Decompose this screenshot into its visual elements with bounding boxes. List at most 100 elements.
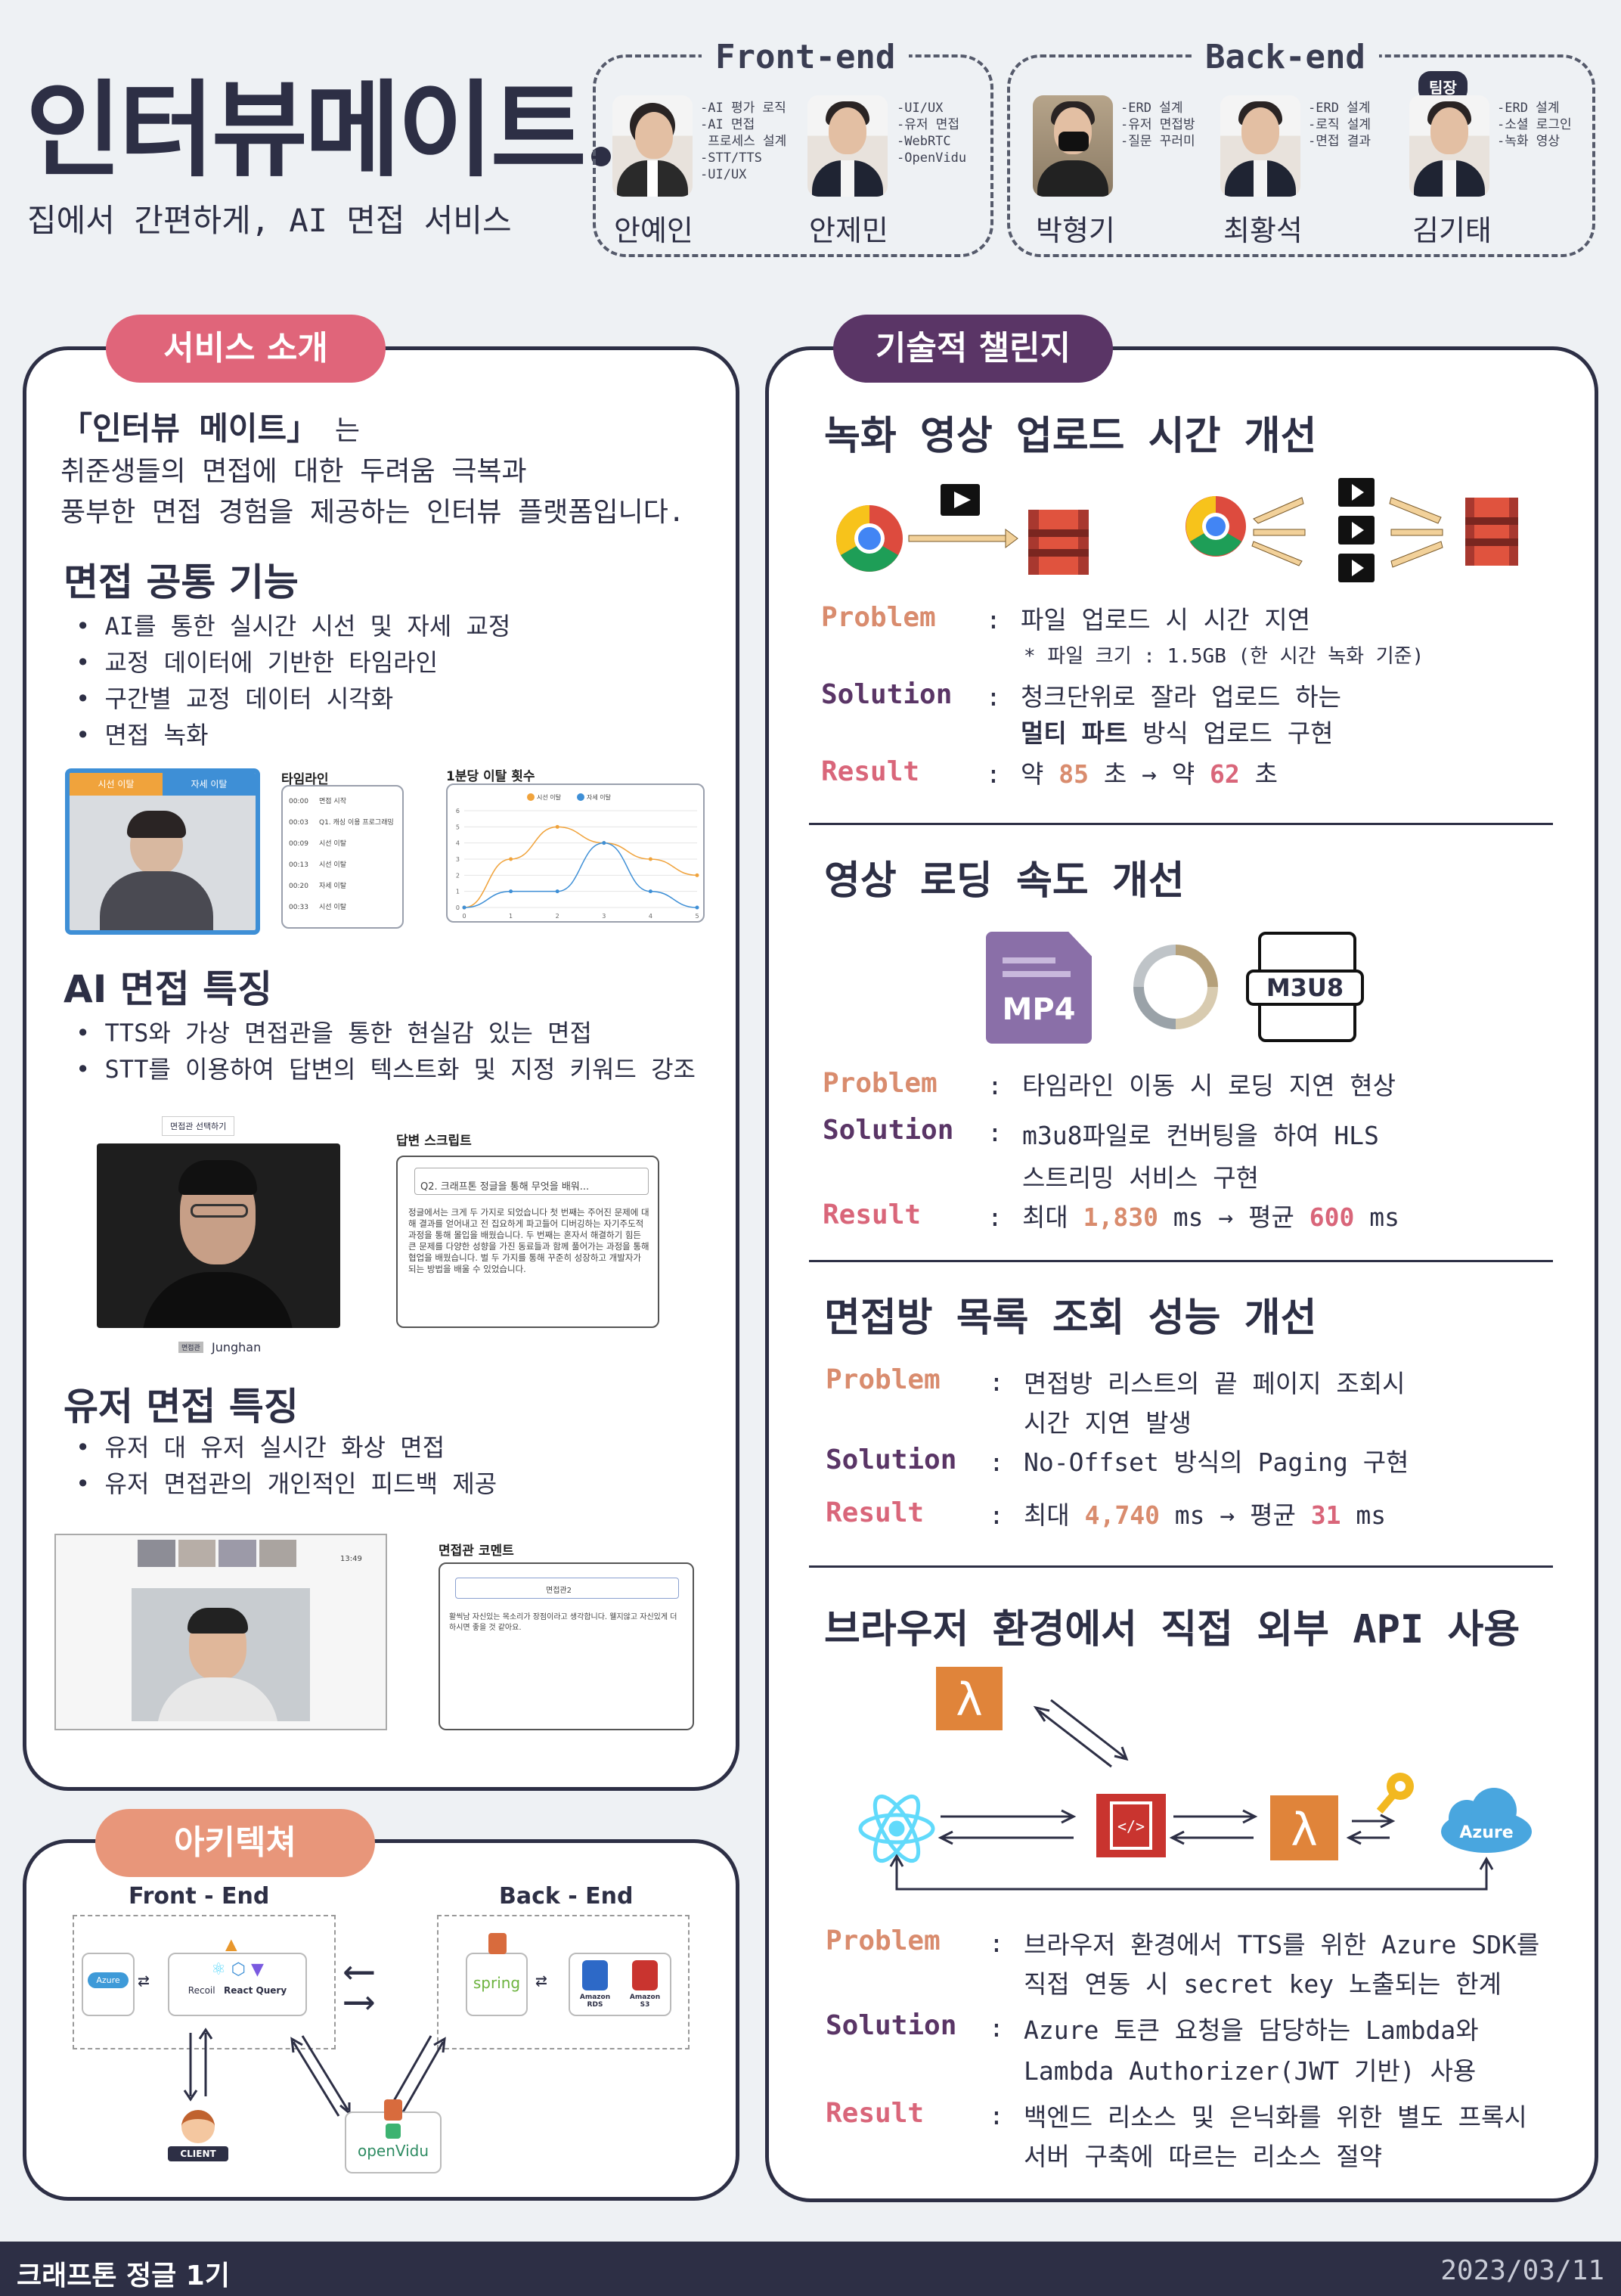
timeline-label: 면접 시작 <box>319 798 346 805</box>
s1-problem: 파일 업로드 시 시간 지연 <box>1021 605 1311 635</box>
comment-body: 활씩남 자신있는 목소리가 장점이라고 생각합니다. 웰지않고 자신있게 더 하… <box>449 1613 677 1632</box>
tab-pose[interactable]: 자세 이탈 <box>163 773 256 796</box>
y-tick-label: 4 <box>456 840 460 847</box>
frontend-team-box: Front-end -AI 평가 로직 -AI 면접 프로세스 설계 -STT/… <box>593 38 993 257</box>
timeline-time: 00:09 <box>289 840 308 848</box>
key-icon <box>1376 1773 1414 1814</box>
s1-solution-rest: 방식 업로드 구현 <box>1127 718 1334 748</box>
feature-item: AI를 통한 실시간 시선 및 자세 교정 <box>76 608 511 644</box>
member-photo <box>1033 95 1113 197</box>
swap-arrow-icon: ⇄ <box>535 1969 547 1992</box>
spring-icon: spring <box>466 1953 528 2016</box>
data-point <box>555 824 559 829</box>
openvidu-icon: openVidu <box>345 2111 442 2173</box>
aws-storage-box: Amazon RDS Amazon S3 <box>569 1953 671 2016</box>
lambda-icon: λ <box>1270 1795 1338 1860</box>
x-tick-label: 3 <box>602 913 606 920</box>
feature-item: 교정 데이터에 기반한 타임라인 <box>76 644 510 681</box>
api-flow-diagram: λ </> λ Azure <box>858 1667 1532 1891</box>
page-subtitle: 집에서 간편하게, AI 면접 서비스 <box>27 202 512 239</box>
timeline-label: 자세 이탈 <box>319 883 346 890</box>
colon: : <box>989 2101 1004 2130</box>
s3-problem: 면접방 리스트의 끝 페이지 조회시 시간 지연 발생 <box>1024 1364 1406 1443</box>
feature-item: TTS와 가상 면접관을 통한 현실감 있는 면접 <box>76 1015 696 1051</box>
backend-team-box: Back-end -ERD 설계 -유저 면접방 -질문 꾸러미 박형기 -ER… <box>1007 38 1595 257</box>
section-divider <box>809 1260 1553 1262</box>
tab-gaze[interactable]: 시선 이탈 <box>70 773 163 796</box>
timeline-time: 00:33 <box>289 904 308 911</box>
s1-problem-label: Problem <box>821 602 936 633</box>
y-tick-label: 5 <box>456 824 460 830</box>
data-point <box>509 857 513 861</box>
svg-text:Azure: Azure <box>1459 1823 1513 1842</box>
s1-solution-line: 청크단위로 잘라 업로드 하는 <box>1021 682 1341 712</box>
interviewer-tag: 면접관 <box>178 1342 203 1353</box>
svg-text:λ: λ <box>1291 1804 1318 1857</box>
ec2-icon <box>488 1933 507 1954</box>
intro-brand: 「인터뷰 메이트」 <box>60 410 319 447</box>
upload-diagram <box>836 478 1518 582</box>
s2-solution: m3u8파일로 컨버팅을 하여 HLS 스트리밍 서비스 구현 <box>1022 1115 1379 1199</box>
chrome-icon <box>836 505 903 572</box>
s4-problem: 브라우저 환경에서 TTS를 위한 Azure SDK를 직접 연동 시 sec… <box>1024 1925 1539 2004</box>
member-name: 최황석 <box>1223 214 1303 247</box>
s2-solution-line: 스트리밍 서비스 구현 <box>1022 1163 1259 1193</box>
s3-label: Amazon S3 <box>629 1993 661 2009</box>
timeline-row[interactable]: 00:03 Q1. 캐싱 이용 프로그래밍 <box>289 817 394 827</box>
chrome-icon <box>1186 496 1246 557</box>
comment-card: 면접관2 활씩남 자신있는 목소리가 장점이라고 생각합니다. 웰지않고 자신있… <box>439 1562 694 1730</box>
y-tick-label: 6 <box>456 808 460 814</box>
member-name: 안제민 <box>809 214 888 247</box>
timeline-time: 00:13 <box>289 861 308 869</box>
colon: : <box>989 1447 1004 1477</box>
timeline-row[interactable]: 00:13 시선 이탈 <box>289 859 346 869</box>
interviewer-name: Junghan <box>212 1340 262 1354</box>
colon: : <box>986 759 1001 789</box>
timeline-row[interactable]: 00:20 자세 이탈 <box>289 880 346 890</box>
comment-select[interactable]: 면접관2 <box>546 1584 572 1595</box>
data-point <box>509 889 513 894</box>
legend-marker <box>527 793 535 801</box>
member-roles: -ERD 설계 -유저 면접방 -질문 꾸러미 <box>1120 101 1195 149</box>
s2-result-label: Result <box>823 1199 922 1230</box>
data-point <box>648 889 652 894</box>
openvidu-ec2-icon <box>384 2099 402 2121</box>
x-tick-label: 4 <box>649 913 652 920</box>
timeline-label: 시선 이탈 <box>319 904 346 911</box>
footer-left: 크래프톤 정글 1기 <box>17 2260 230 2291</box>
data-point <box>695 905 699 910</box>
colon: : <box>987 1202 1003 1232</box>
s4-problem-line: 직접 연동 시 secret key 노출되는 한계 <box>1024 1969 1502 1999</box>
s4-problem-line: 브라우저 환경에서 TTS를 위한 Azure SDK를 <box>1024 1930 1540 1959</box>
script-question[interactable]: Q2. 크래프톤 정글을 통해 무엇을 배워... <box>420 1178 589 1193</box>
y-tick-label: 2 <box>456 872 460 879</box>
s3-title: 면접방 목록 조회 성능 개선 <box>824 1295 1317 1341</box>
m3u8-file-icon: M3U8 <box>1246 932 1364 1042</box>
s4-solution-line: Azure 토큰 요청을 담당하는 Lambda와 <box>1024 2015 1479 2045</box>
data-point <box>695 873 699 877</box>
react-query-label: React Query <box>224 1985 287 1996</box>
data-point <box>648 857 652 861</box>
s2-solution-line: m3u8파일로 컨버팅을 하여 HLS <box>1022 1121 1379 1150</box>
timeline-row[interactable]: 00:09 시선 이탈 <box>289 838 346 848</box>
s4-result: 백엔드 리소스 및 은닉화를 위한 별도 프록시 서버 구축에 따르는 리소스 … <box>1024 2098 1527 2177</box>
intro-line: 풍부한 면접 경험을 제공하는 인터뷰 플랫폼입니다. <box>60 497 685 528</box>
s4-result-line: 서버 구축에 따르는 리소스 절약 <box>1024 2142 1383 2171</box>
legend-label: 자세 이탈 <box>587 793 612 801</box>
s3-result: 최대 4,740 ms → 평균 31 ms <box>1024 1500 1387 1530</box>
feature-item: 유저 면접관의 개인적인 피드백 제공 <box>76 1466 497 1502</box>
section-divider <box>809 1565 1553 1568</box>
rds-label: Amazon RDS <box>579 1993 611 2009</box>
common-features-title: 면접 공통 기능 <box>64 560 299 604</box>
colon: : <box>989 1500 1004 1530</box>
s2-result: 최대 1,830 ms → 평균 600 ms <box>1022 1202 1399 1232</box>
page-title: 인터뷰메이트 <box>26 45 611 197</box>
arch-backend-label: Back - End <box>499 1883 634 1910</box>
s4-result-line: 백엔드 리소스 및 은닉화를 위한 별도 프록시 <box>1024 2102 1527 2132</box>
colon: : <box>987 1071 1003 1100</box>
timeline-row[interactable]: 00:33 시선 이탈 <box>289 901 346 911</box>
client-icon: CLIENT <box>168 2110 228 2178</box>
s1-result-label: Result <box>821 756 920 787</box>
timeline-row[interactable]: 00:00 면접 시작 <box>289 796 346 805</box>
s4-solution-label: Solution <box>826 2010 957 2041</box>
